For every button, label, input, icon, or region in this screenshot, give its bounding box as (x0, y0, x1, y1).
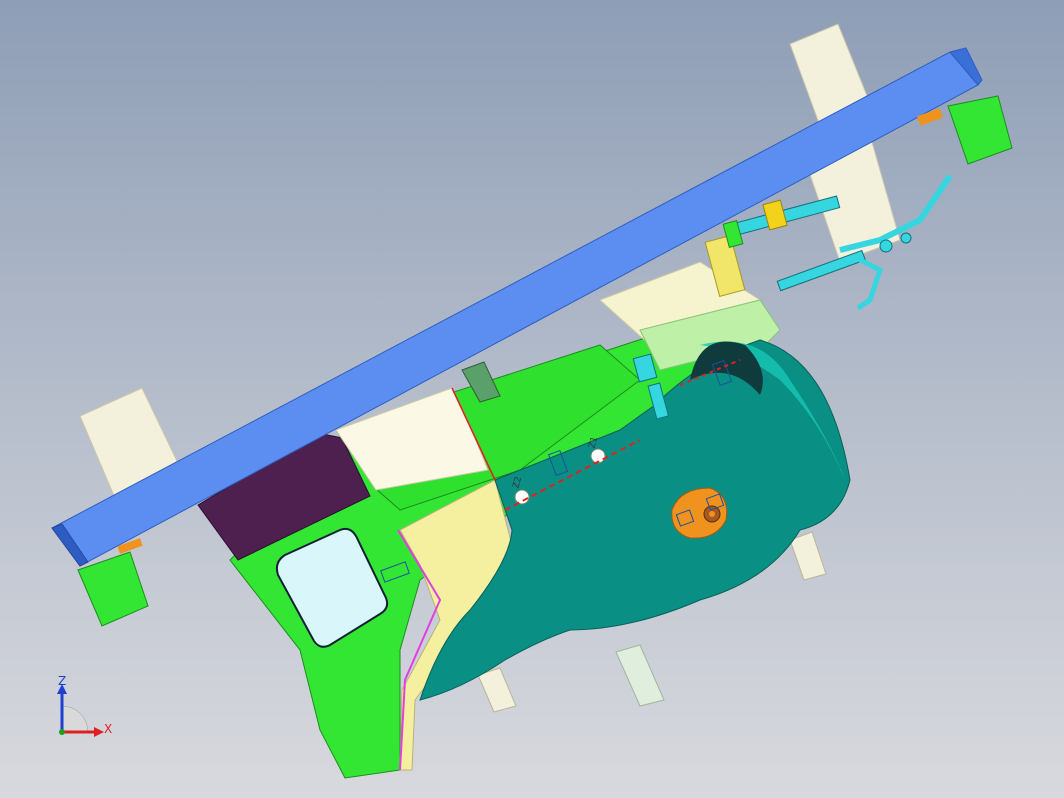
z-axis-label: Z (58, 674, 67, 688)
x-axis-label: X (104, 722, 113, 736)
triad-quadrant (61, 705, 89, 733)
mold-assembly-3d-view[interactable]: Z2 Z1 (0, 0, 1064, 798)
cad-viewport[interactable]: Z2 Z1 Z X (0, 0, 1064, 798)
triad-origin (59, 729, 65, 735)
axis-triad: Z X (48, 674, 118, 746)
x-arrowhead (94, 727, 104, 737)
